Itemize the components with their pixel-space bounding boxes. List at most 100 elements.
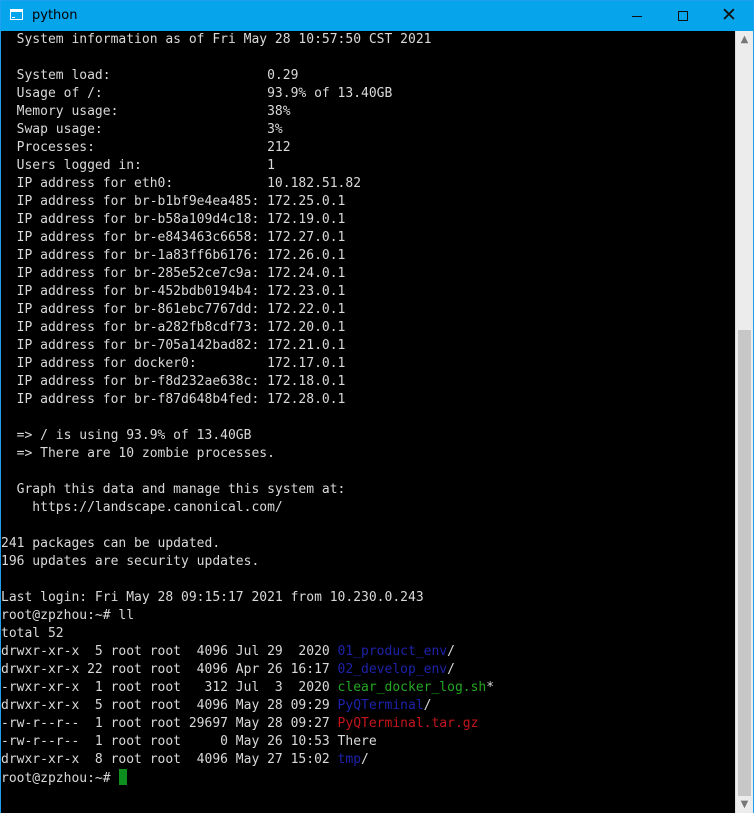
terminal-line-text: Processes: 212 — [1, 140, 291, 155]
scroll-up-icon[interactable]: ▲ — [736, 31, 753, 48]
terminal-line-text: IP address for br-b1bf9e4ea485: 172.25.0… — [1, 194, 346, 209]
terminal-line: -rw-r--r-- 1 root root 0 May 26 10:53 Th… — [1, 733, 735, 751]
terminal-line-text: https://landscape.canonical.com/ — [1, 500, 283, 515]
terminal-line: Users logged in: 1 — [1, 157, 735, 175]
terminal-line: https://landscape.canonical.com/ — [1, 499, 735, 517]
terminal-line-text: System information as of Fri May 28 10:5… — [1, 32, 432, 47]
terminal-line: => / is using 93.9% of 13.40GB — [1, 427, 735, 445]
vertical-scrollbar[interactable]: ▲ ▼ — [735, 31, 753, 813]
terminal-line-text: IP address for br-1a83ff6b6176: 172.26.0… — [1, 248, 346, 263]
terminal-line-text: Swap usage: 3% — [1, 122, 283, 137]
terminal-line: IP address for br-452bdb0194b4: 172.23.0… — [1, 283, 735, 301]
terminal-text-segment: -rw-r--r-- 1 root root 0 May 26 10:53 Th… — [1, 734, 377, 749]
terminal-line-text: IP address for br-b58a109d4c18: 172.19.0… — [1, 212, 346, 227]
terminal-line-text: IP address for docker0: 172.17.0.1 — [1, 356, 346, 371]
terminal-text-segment: * — [486, 680, 495, 695]
scroll-down-icon[interactable]: ▼ — [736, 796, 753, 813]
terminal-line: IP address for br-b1bf9e4ea485: 172.25.0… — [1, 193, 735, 211]
terminal-line-text: Last login: Fri May 28 09:15:17 2021 fro… — [1, 590, 424, 605]
terminal-line: drwxr-xr-x 5 root root 4096 Jul 29 2020 … — [1, 643, 735, 661]
terminal-line: IP address for br-f87d648b4fed: 172.28.0… — [1, 391, 735, 409]
terminal-line: IP address for br-705a142bad82: 172.21.0… — [1, 337, 735, 355]
terminal-line: root@zpzhou:~# ll — [1, 607, 735, 625]
maximize-button[interactable] — [660, 1, 706, 31]
python-window: python ✕ System information as of Fri Ma… — [0, 0, 754, 813]
terminal-line: Memory usage: 38% — [1, 103, 735, 121]
terminal-line: IP address for br-f8d232ae638c: 172.18.0… — [1, 373, 735, 391]
maximize-icon — [678, 11, 688, 21]
terminal-line-text: IP address for br-705a142bad82: 172.21.0… — [1, 338, 346, 353]
terminal-line: root@zpzhou:~# — [1, 769, 735, 787]
terminal-line-text: => There are 10 zombie processes. — [1, 446, 275, 461]
terminal-line: IP address for br-e843463c6658: 172.27.0… — [1, 229, 735, 247]
terminal-line: drwxr-xr-x 8 root root 4096 May 27 15:02… — [1, 751, 735, 769]
terminal-line-text: Users logged in: 1 — [1, 158, 275, 173]
terminal-line: drwxr-xr-x 22 root root 4096 Apr 26 16:1… — [1, 661, 735, 679]
terminal-line-text: 196 updates are security updates. — [1, 554, 260, 569]
terminal-text-segment: / — [423, 698, 432, 713]
terminal-text-segment: PyQTerminal.tar.gz — [337, 716, 479, 731]
scrollbar-thumb[interactable] — [738, 330, 751, 796]
terminal-line-text: => / is using 93.9% of 13.40GB — [1, 428, 252, 443]
terminal-line-text: Memory usage: 38% — [1, 104, 291, 119]
terminal-line-text: IP address for br-861ebc7767dd: 172.22.0… — [1, 302, 346, 317]
terminal-line: IP address for br-285e52ce7c9a: 172.24.0… — [1, 265, 735, 283]
terminal-line: IP address for eth0: 10.182.51.82 — [1, 175, 735, 193]
terminal-line: Last login: Fri May 28 09:15:17 2021 fro… — [1, 589, 735, 607]
terminal-icon — [10, 9, 23, 20]
terminal-text-segment: drwxr-xr-x 5 root root 4096 Jul 29 2020 — [1, 644, 338, 659]
terminal-line-text: IP address for br-e843463c6658: 172.27.0… — [1, 230, 346, 245]
close-button[interactable]: ✕ — [706, 1, 752, 31]
terminal-text-segment: clear_docker_log.sh — [337, 680, 487, 695]
terminal-line: -rw-r--r-- 1 root root 29697 May 28 09:2… — [1, 715, 735, 733]
terminal-line-text: IP address for br-f8d232ae638c: 172.18.0… — [1, 374, 346, 389]
terminal-text-segment: tmp — [337, 752, 362, 767]
terminal-line: total 52 — [1, 625, 735, 643]
terminal-text-segment: drwxr-xr-x 5 root root 4096 May 28 09:29 — [1, 698, 338, 713]
terminal-line-text: IP address for br-452bdb0194b4: 172.23.0… — [1, 284, 346, 299]
terminal-line-text: Graph this data and manage this system a… — [1, 482, 346, 497]
close-icon: ✕ — [721, 4, 737, 26]
minimize-icon — [632, 15, 642, 17]
terminal-text-segment: -rwxr-xr-x 1 root root 312 Jul 3 2020 — [1, 680, 338, 695]
terminal-line: IP address for br-a282fb8cdf73: 172.20.0… — [1, 319, 735, 337]
terminal-line-text: System load: 0.29 — [1, 68, 299, 83]
window-titlebar[interactable]: python ✕ — [1, 1, 753, 31]
terminal-line: System information as of Fri May 28 10:5… — [1, 31, 735, 49]
terminal-line: Graph this data and manage this system a… — [1, 481, 735, 499]
terminal-line: drwxr-xr-x 5 root root 4096 May 28 09:29… — [1, 697, 735, 715]
terminal-text-segment: 01_product_env — [337, 644, 448, 659]
terminal-line: IP address for docker0: 172.17.0.1 — [1, 355, 735, 373]
text-cursor — [119, 769, 128, 785]
terminal-line-text: IP address for br-285e52ce7c9a: 172.24.0… — [1, 266, 346, 281]
terminal-text-segment: drwxr-xr-x 22 root root 4096 Apr 26 16:1… — [1, 662, 338, 677]
terminal-line-text: IP address for eth0: 10.182.51.82 — [1, 176, 362, 191]
terminal-line: Processes: 212 — [1, 139, 735, 157]
terminal-text-segment: root@zpzhou:~# — [1, 771, 119, 786]
minimize-button[interactable] — [614, 1, 660, 31]
terminal-line: Swap usage: 3% — [1, 121, 735, 139]
terminal-line: 241 packages can be updated. — [1, 535, 735, 553]
terminal-text-segment: / — [447, 662, 455, 677]
terminal-line-text: 241 packages can be updated. — [1, 536, 221, 551]
terminal-line: => There are 10 zombie processes. — [1, 445, 735, 463]
terminal-text-segment: drwxr-xr-x 8 root root 4096 May 27 15:02 — [1, 752, 338, 767]
terminal-text-segment: / — [447, 644, 455, 659]
terminal-text-segment: 02_develop_env — [337, 662, 448, 677]
terminal-line: IP address for br-b58a109d4c18: 172.19.0… — [1, 211, 735, 229]
terminal-text-segment: PyQTerminal — [337, 698, 424, 713]
terminal-line: -rwxr-xr-x 1 root root 312 Jul 3 2020 cl… — [1, 679, 735, 697]
window-title: python — [32, 8, 78, 23]
terminal-text-segment: / — [361, 752, 369, 767]
terminal-line-text: IP address for br-f87d648b4fed: 172.28.0… — [1, 392, 346, 407]
terminal-line-text: IP address for br-a282fb8cdf73: 172.20.0… — [1, 320, 346, 335]
terminal-line: 196 updates are security updates. — [1, 553, 735, 571]
terminal-line-text: root@zpzhou:~# ll — [1, 608, 135, 623]
terminal-text-segment: -rw-r--r-- 1 root root 29697 May 28 09:2… — [1, 716, 338, 731]
terminal-line-text: Usage of /: 93.9% of 13.40GB — [1, 86, 393, 101]
terminal-output[interactable]: System information as of Fri May 28 10:5… — [1, 31, 735, 813]
terminal-line: IP address for br-861ebc7767dd: 172.22.0… — [1, 301, 735, 319]
